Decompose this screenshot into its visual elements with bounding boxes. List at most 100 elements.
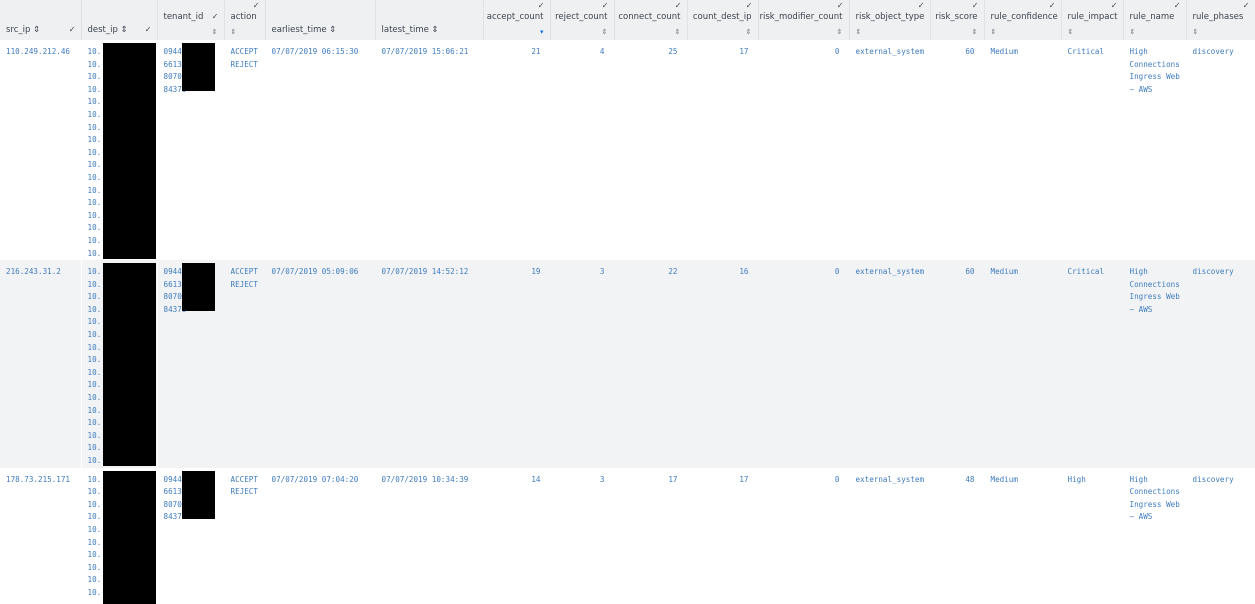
edit-column-icon[interactable]: ✓	[972, 1, 979, 10]
col-header-action[interactable]: ✓ action ⇕	[224, 0, 266, 40]
rule_phases-value[interactable]: discovery	[1187, 468, 1255, 487]
action-value[interactable]: ACCEPT	[231, 474, 259, 487]
col-header-risk_modifier_count[interactable]: ✓ risk_modifier_count ⇕	[758, 0, 850, 40]
latest_time-value[interactable]: 07/07/2019 15:06:21	[376, 40, 483, 59]
sort-icon[interactable]: ⇕	[675, 28, 681, 36]
risk_object_type-value[interactable]: external_system	[850, 260, 930, 279]
accept_count-value[interactable]: 21	[484, 40, 550, 59]
col-header-rule_name[interactable]: ✓ rule_name ⇕	[1123, 0, 1187, 40]
edit-column-icon[interactable]: ✓	[918, 1, 925, 10]
edit-column-icon[interactable]: ✓	[837, 1, 844, 10]
reject_count-value[interactable]: 3	[551, 260, 614, 279]
sort-icon[interactable]: ⇕	[972, 28, 978, 36]
rule_name-value[interactable]: Connections	[1130, 486, 1180, 499]
rule_name-value[interactable]: Connections	[1130, 59, 1180, 72]
sort-icon[interactable]: ⇕	[1193, 28, 1199, 36]
accept_count-value[interactable]: 14	[484, 468, 550, 487]
col-header-tenant_id[interactable]: tenant_id ✓ ⇕	[157, 0, 225, 40]
edit-column-icon[interactable]: ✓	[675, 1, 682, 10]
rule_name-value[interactable]: – AWS	[1130, 304, 1180, 317]
col-header-rule_phases[interactable]: ✓ rule_phases ⇕	[1186, 0, 1255, 40]
risk_object_type-value[interactable]: external_system	[850, 468, 930, 487]
col-header-risk_object_type[interactable]: ✓ risk_object_type ⇕	[849, 0, 931, 40]
rule_name-value[interactable]: Ingress Web	[1130, 291, 1180, 304]
action-value[interactable]: ACCEPT	[231, 266, 259, 279]
earliest_time-value[interactable]: 07/07/2019 05:09:06	[266, 260, 375, 279]
sort-icon[interactable]: ⇕	[602, 28, 608, 36]
rule_name-value[interactable]: – AWS	[1130, 84, 1180, 97]
edit-column-icon[interactable]: ✓	[1174, 1, 1181, 10]
sort-icon[interactable]: ⇕	[837, 28, 843, 36]
sort-icon[interactable]: ⇕	[212, 28, 218, 36]
col-header-earliest_time[interactable]: earliest_time ⇕	[265, 0, 376, 40]
count_dest_ip-value[interactable]: 16	[688, 260, 758, 279]
risk_object_type-value[interactable]: external_system	[850, 40, 930, 59]
risk_score-value[interactable]: 60	[931, 40, 984, 59]
edit-column-icon[interactable]: ✓	[69, 25, 76, 34]
rule_name-value[interactable]: High	[1130, 266, 1180, 279]
earliest_time-value[interactable]: 07/07/2019 07:04:20	[266, 468, 375, 487]
connect_count-value[interactable]: 22	[615, 260, 687, 279]
col-header-rule_confidence[interactable]: ✓ rule_confidence ⇕	[984, 0, 1062, 40]
src_ip-value[interactable]: 216.243.31.2	[0, 260, 81, 279]
rule_name-value[interactable]: – AWS	[1130, 511, 1180, 524]
col-header-risk_score[interactable]: ✓ risk_score ⇕	[930, 0, 985, 40]
risk_modifier_count-value[interactable]: 0	[759, 468, 849, 487]
latest_time-value[interactable]: 07/07/2019 10:34:39	[376, 468, 483, 487]
rule_impact-value[interactable]: Critical	[1062, 260, 1123, 279]
edit-column-icon[interactable]: ✓	[253, 1, 260, 10]
col-header-rule_impact[interactable]: ✓ rule_impact ⇕	[1061, 0, 1124, 40]
src_ip-value[interactable]: 110.249.212.46	[0, 40, 81, 59]
risk_modifier_count-value[interactable]: 0	[759, 260, 849, 279]
rule_name-value[interactable]: Ingress Web	[1130, 499, 1180, 512]
count_dest_ip-value[interactable]: 17	[688, 468, 758, 487]
action-value[interactable]: REJECT	[231, 486, 259, 499]
rule_phases-value[interactable]: discovery	[1187, 260, 1255, 279]
earliest_time-value[interactable]: 07/07/2019 06:15:30	[266, 40, 375, 59]
edit-column-icon[interactable]: ✓	[746, 1, 753, 10]
sort-icon[interactable]: ⇕	[1068, 28, 1074, 36]
risk_score-value[interactable]: 60	[931, 260, 984, 279]
reject_count-value[interactable]: 3	[551, 468, 614, 487]
rule_impact-value[interactable]: High	[1062, 468, 1123, 487]
rule_name-value[interactable]: Connections	[1130, 279, 1180, 292]
edit-column-icon[interactable]: ✓	[1049, 1, 1056, 10]
col-header-src_ip[interactable]: src_ip ⇕ ✓	[0, 0, 82, 40]
col-header-latest_time[interactable]: latest_time ⇕	[375, 0, 484, 40]
risk_modifier_count-value[interactable]: 0	[759, 40, 849, 59]
sort-desc-icon[interactable]: ▾	[540, 28, 544, 36]
col-header-connect_count[interactable]: ✓ connect_count ⇕	[614, 0, 688, 40]
rule_confidence-value[interactable]: Medium	[985, 40, 1061, 59]
reject_count-value[interactable]: 4	[551, 40, 614, 59]
risk_score-value[interactable]: 48	[931, 468, 984, 487]
connect_count-value[interactable]: 17	[615, 468, 687, 487]
rule_name-value[interactable]: Ingress Web	[1130, 71, 1180, 84]
rule_confidence-value[interactable]: Medium	[985, 468, 1061, 487]
col-header-reject_count[interactable]: ✓ reject_count ⇕	[550, 0, 615, 40]
sort-icon[interactable]: ⇕	[1130, 28, 1136, 36]
accept_count-value[interactable]: 19	[484, 260, 550, 279]
count_dest_ip-value[interactable]: 17	[688, 40, 758, 59]
connect_count-value[interactable]: 25	[615, 40, 687, 59]
col-header-dest_ip[interactable]: dest_ip ⇕ ✓	[81, 0, 158, 40]
sort-icon[interactable]: ⇕	[991, 28, 997, 36]
edit-column-icon[interactable]: ✓	[602, 1, 609, 10]
action-value[interactable]: REJECT	[231, 279, 259, 292]
rule_impact-value[interactable]: Critical	[1062, 40, 1123, 59]
edit-column-icon[interactable]: ✓	[212, 12, 219, 21]
edit-column-icon[interactable]: ✓	[1111, 1, 1118, 10]
col-header-accept_count[interactable]: ✓ accept_count ▾	[483, 0, 551, 40]
rule_name-value[interactable]: High	[1130, 474, 1180, 487]
col-header-count_dest_ip[interactable]: ✓ count_dest_ip ⇕	[687, 0, 759, 40]
rule_phases-value[interactable]: discovery	[1187, 40, 1255, 59]
edit-column-icon[interactable]: ✓	[1243, 1, 1250, 10]
rule_name-value[interactable]: High	[1130, 46, 1180, 59]
sort-icon[interactable]: ⇕	[231, 28, 237, 36]
sort-icon[interactable]: ⇕	[856, 28, 862, 36]
sort-icon[interactable]: ⇕	[746, 28, 752, 36]
edit-column-icon[interactable]: ✓	[538, 1, 545, 10]
rule_confidence-value[interactable]: Medium	[985, 260, 1061, 279]
action-value[interactable]: REJECT	[231, 59, 259, 72]
src_ip-value[interactable]: 178.73.215.171	[0, 468, 81, 487]
action-value[interactable]: ACCEPT	[231, 46, 259, 59]
